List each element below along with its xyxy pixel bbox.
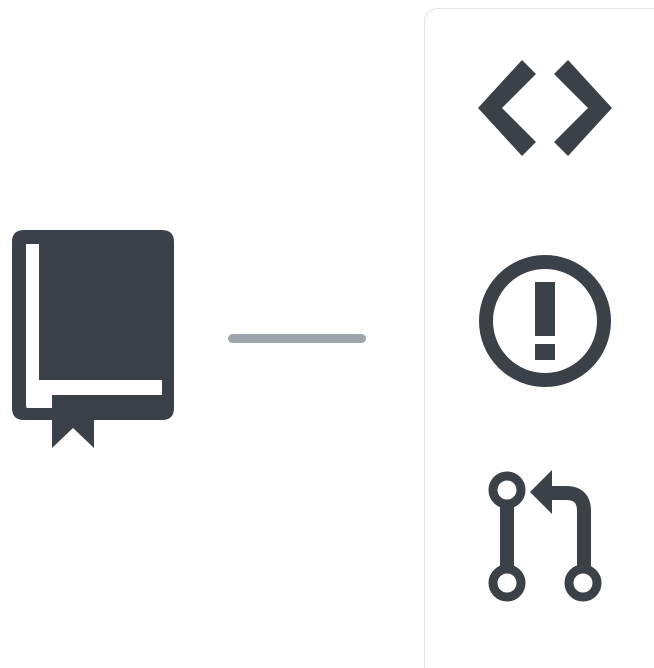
diagram-canvas	[0, 0, 654, 668]
repo-book-icon	[12, 230, 174, 448]
code-icon[interactable]	[478, 60, 612, 156]
issue-icon[interactable]	[478, 254, 612, 388]
pull-request-icon[interactable]	[486, 470, 606, 604]
connector-line	[228, 334, 366, 343]
